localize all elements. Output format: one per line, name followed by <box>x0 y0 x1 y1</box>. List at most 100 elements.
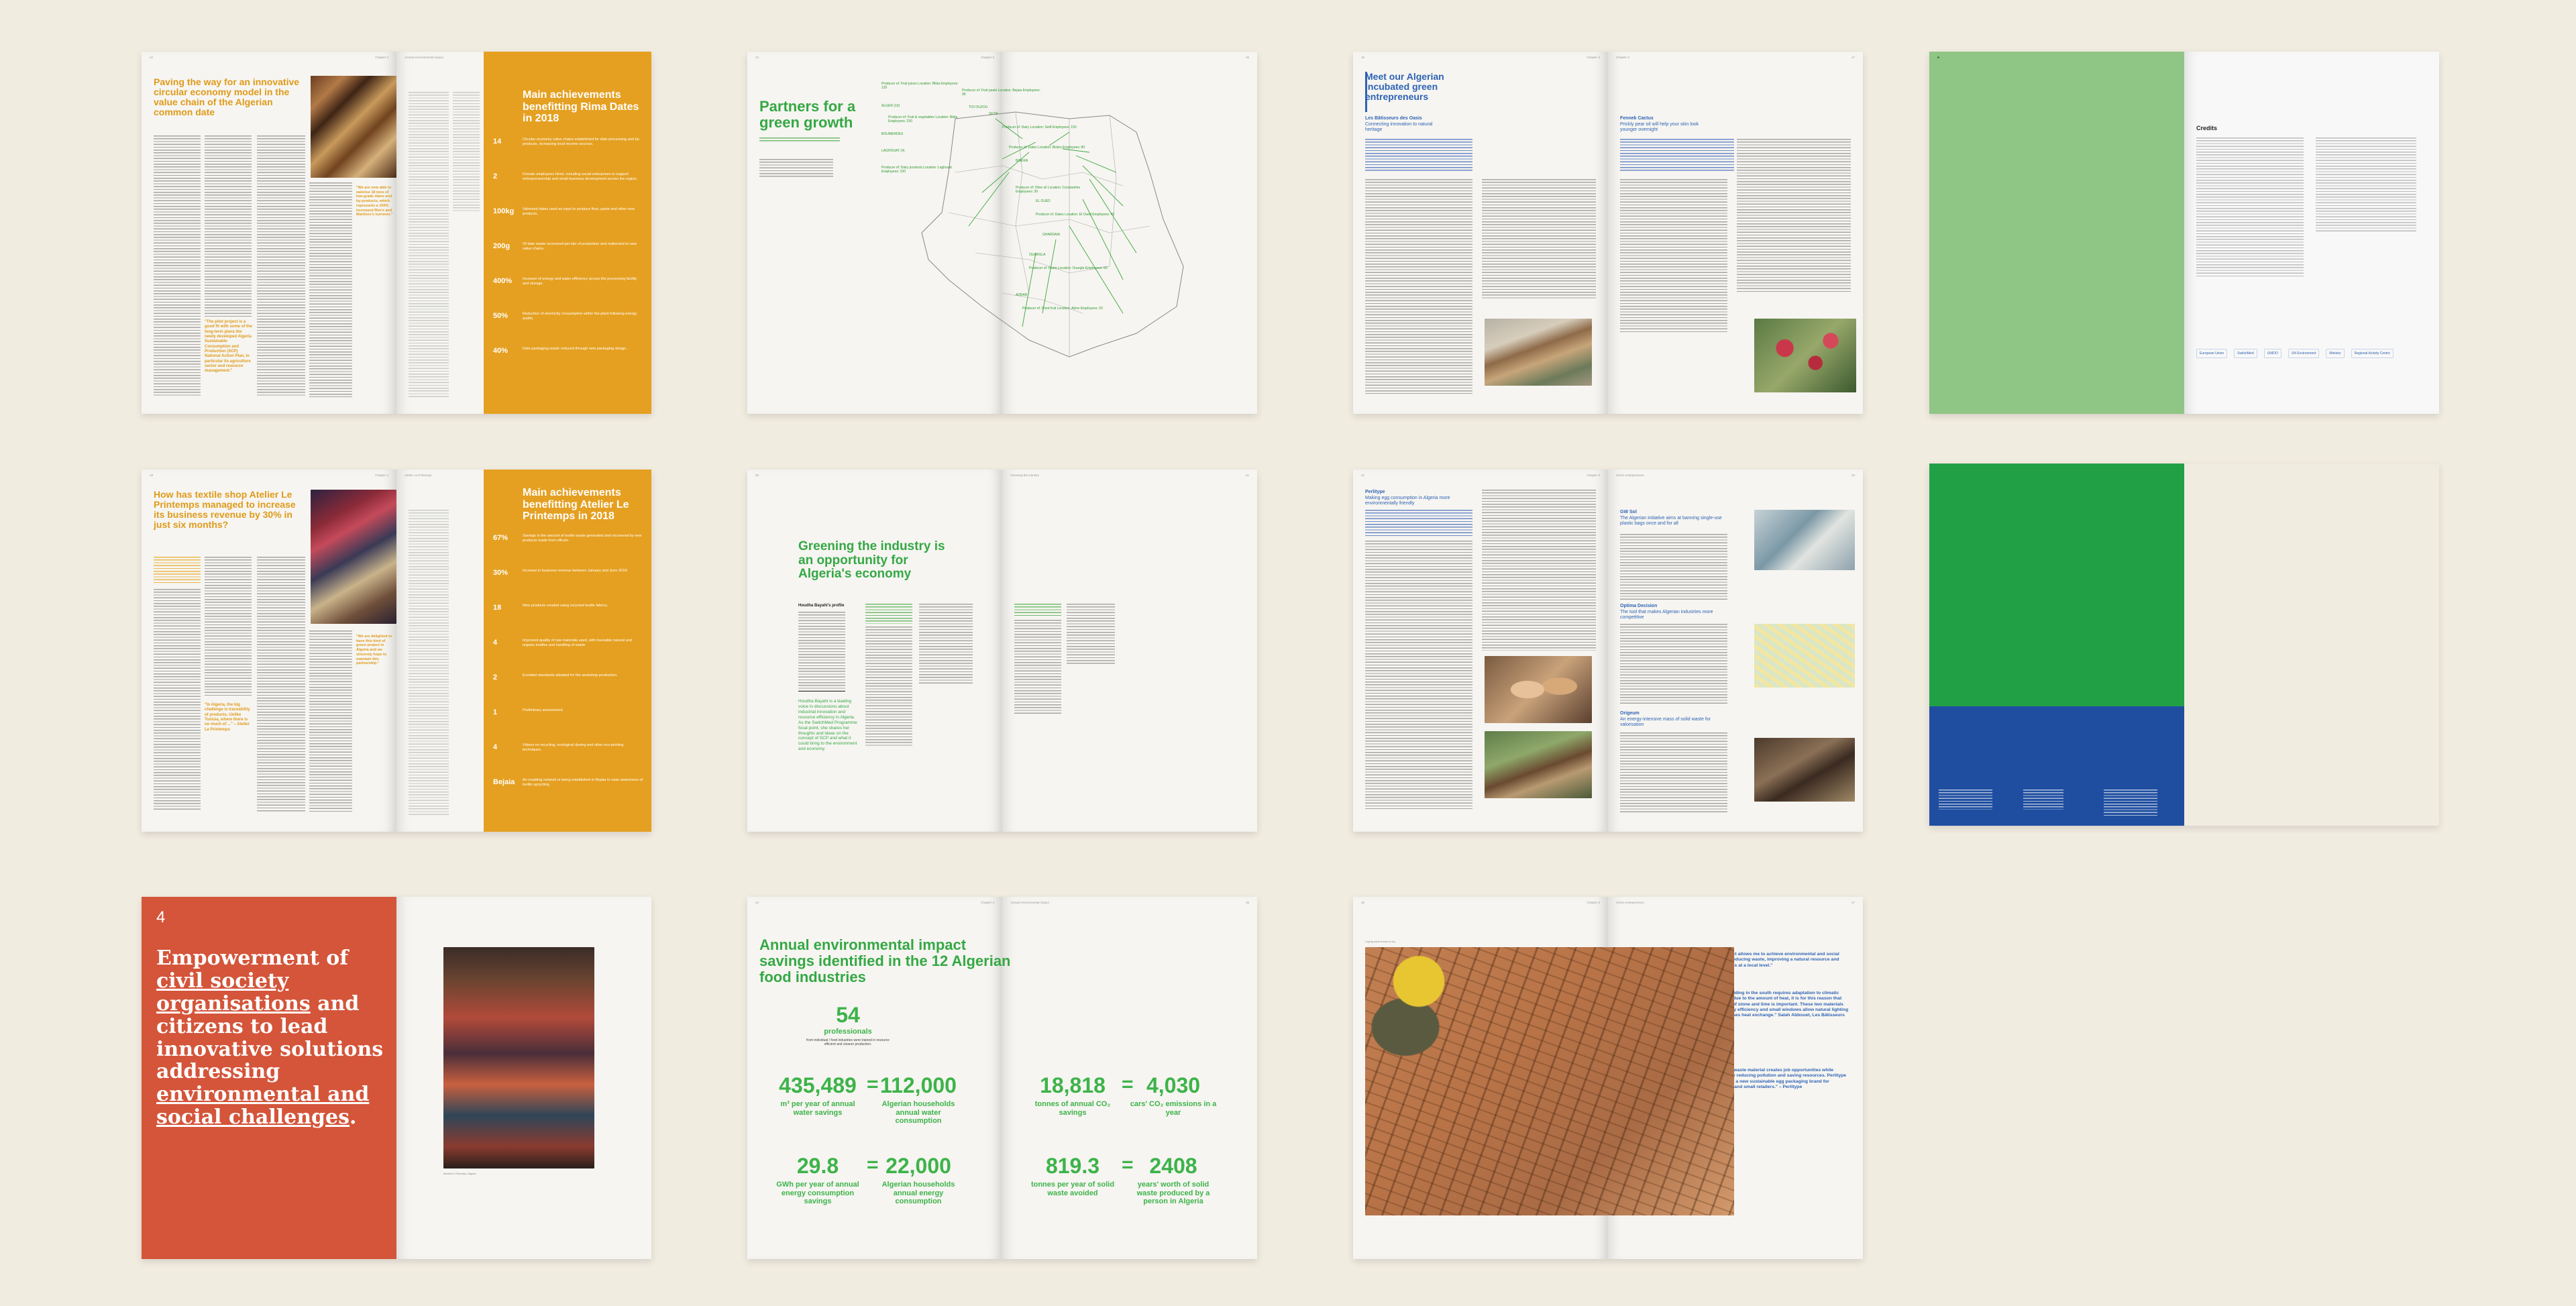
body-text <box>865 627 912 747</box>
achievement-number: 200g <box>493 242 511 250</box>
achievement-text: Valorised dates used as input to produce… <box>523 207 635 216</box>
spread-back-cover[interactable] <box>1929 464 2439 826</box>
stat-number: 112,000 <box>880 1073 957 1097</box>
headline-part: . <box>350 1105 357 1130</box>
credits-text <box>2196 138 2304 278</box>
achievement-number: 14 <box>493 138 502 146</box>
spread-rima-dates[interactable]: 12 Chapter 3 Paving the way for an innova… <box>142 52 651 414</box>
headline-part: civil society organisations <box>156 969 311 1016</box>
pull-quote: "We are now able to valorise 18 tons of … <box>356 186 393 217</box>
spread-credits[interactable]: ■ Credits European Union SwitchMed UNIDO UN… <box>1929 52 2439 414</box>
spread-entrepreneurs[interactable]: 16 Chapter 3 Meet our Algerian incubated … <box>1353 52 1863 414</box>
solid-waste-photo <box>1754 738 1855 802</box>
route-map-image <box>1754 624 1855 688</box>
page-header: Green entrepreneurs 27 <box>1616 901 1855 904</box>
achievement-number: 18 <box>493 604 502 612</box>
page-header: Greening the industry 21 <box>1010 474 1249 477</box>
map-label: Producer of: Pasta Location: Ouargla Emp… <box>1029 266 1108 270</box>
body-text-highlight <box>865 604 912 624</box>
stat-number: 435,489 <box>779 1073 857 1097</box>
stat-label: GWh per year of annual energy consumptio… <box>776 1181 859 1206</box>
spread-atelier-le-printemps[interactable]: 18 Chapter 3 How has textile shop Atelier… <box>142 470 651 832</box>
divider <box>798 691 845 692</box>
cactus-fruit-photo <box>1754 319 1856 392</box>
partner-logo: UN Environment <box>2288 349 2320 358</box>
stat-label: years' worth of solid waste produced by … <box>1136 1181 1210 1206</box>
dates-market-photo <box>311 76 396 178</box>
entrepreneur-tagline: The tool that makes Algerian industries … <box>1620 610 1713 620</box>
map-label: ADRAR <box>1016 293 1028 297</box>
stat-number: 29.8 <box>796 1154 839 1178</box>
chapter-headline: Empowerment of civil society organisatio… <box>156 947 388 1129</box>
map-label: TIZI OUZOU <box>969 105 988 109</box>
achievement-text: Reduction of electricity consumption wit… <box>523 312 637 321</box>
page-header: Chapter 3 17 <box>1616 56 1855 59</box>
spread-green-entrepreneurs-2[interactable]: 22 Chapter 3 Perlitype Making egg consump… <box>1353 470 1863 832</box>
entrepreneur-tagline: Connecting innovation to natural heritag… <box>1365 122 1433 132</box>
blue-text <box>1939 790 1992 810</box>
achievement-text: Date packaging waste reduced through new… <box>523 347 627 351</box>
eggs-photo <box>1485 656 1592 723</box>
body-text <box>309 631 352 812</box>
page-header: Green entrepreneurs 23 <box>1616 474 1855 477</box>
achievements-panel: Main achievements benefitting Atelier Le… <box>484 470 651 832</box>
credits-title: Credits <box>2196 125 2218 131</box>
stat-label: tonnes of annual CO₂ savings <box>1034 1100 1111 1117</box>
body-text <box>1620 179 1727 333</box>
achievements-title: Main achievements benefitting Rima Dates… <box>523 89 639 125</box>
entrepreneur-name: Optima Decision <box>1620 604 1658 608</box>
spread-annual-impact[interactable]: 24 Chapter 3 Annual environmental impact 2… <box>747 897 1257 1259</box>
achievement-number: 100kg <box>493 207 515 215</box>
entrepreneur-name: Les Bâtisseurs des Oasis <box>1365 116 1422 121</box>
achievement-text: Circular economy value chains establishe… <box>523 138 641 146</box>
left-page: 20 Greening the industry is an opportuni… <box>747 470 1002 832</box>
page-title: Greening the industry is an opportunity … <box>798 539 945 582</box>
achievement-text: Savings in the amount of textile waste g… <box>523 534 642 543</box>
achievement-text: New products created using recycled text… <box>523 604 608 608</box>
headline-part: Empowerment of <box>156 946 349 970</box>
textile-photo <box>311 490 396 624</box>
blue-text <box>2104 790 2157 816</box>
spread-chapter-4[interactable]: 4 Empowerment of civil society organisat… <box>142 897 651 1259</box>
pull-quote: "In Algeria, the big challenge is tracea… <box>205 703 250 732</box>
worker-figure <box>1365 947 1499 1061</box>
page-title: Meet our Algerian incubated green entrep… <box>1365 71 1444 103</box>
map-label: ALGER (10) <box>881 104 900 108</box>
page-header: 16 Chapter 3 <box>1361 56 1600 59</box>
spread-greening-industry[interactable]: 20 Greening the industry is an opportuni… <box>747 470 1257 832</box>
map-label: Producer of: Dates Location: Biskra Empl… <box>1009 146 1085 150</box>
left-page: 22 Chapter 3 Perlitype Making egg consump… <box>1353 470 1608 832</box>
map-label: Producer of: Dates Location: El Oued Emp… <box>1036 213 1115 217</box>
achievement-number: 4 <box>493 639 498 647</box>
page-header: 18 Chapter 3 <box>150 474 388 477</box>
page-header: ■ <box>1937 56 1939 59</box>
achievement-number: 2 <box>493 673 498 682</box>
page-header: 15 <box>1245 56 1249 59</box>
body-text <box>1014 620 1061 714</box>
body-text <box>257 135 305 397</box>
photo-caption: Market in Ghardaia, Algeria. <box>443 1172 477 1175</box>
right-page: Green entrepreneurs 23 GW Sol The Algeria… <box>1608 470 1863 832</box>
partner-logos: European Union SwitchMed UNIDO UN Environme… <box>2196 343 2427 364</box>
page-title: Paving the way for an innovative circula… <box>154 76 300 118</box>
spread-earth-bricks[interactable]: 26 Chapter 3 Green entrepreneurs 27 "This … <box>1353 897 1863 1259</box>
right-page: Credits European Union SwitchMed UNIDO UN E… <box>2184 52 2439 414</box>
spread-partners-map[interactable]: 14 Chapter 3 Partners for a green growth … <box>747 52 1257 414</box>
green-quote: Houdha Bayahi is a leading voice in disc… <box>798 699 857 752</box>
carpet-market-photo <box>443 947 594 1168</box>
achievement-number: 67% <box>493 534 508 542</box>
intro-text <box>1620 139 1734 172</box>
body-text <box>154 135 201 397</box>
body-text <box>1620 624 1727 704</box>
partner-logo: SwitchMed <box>2234 349 2257 358</box>
map-label: GHARDAIA <box>1042 233 1061 237</box>
achievement-text: Of date waste recovered per kilo of prod… <box>523 242 637 251</box>
achievement-number: 1 <box>493 708 498 716</box>
body-text <box>759 159 833 178</box>
achievement-text: Improved quality of raw materials used, … <box>523 639 632 647</box>
map-label: Producer of: Fruit & vegetables Location… <box>888 115 958 124</box>
profile-text <box>798 612 845 692</box>
stat-number: 4,030 <box>1146 1073 1201 1097</box>
back-cover <box>1929 464 2439 826</box>
body-text <box>1482 179 1596 300</box>
